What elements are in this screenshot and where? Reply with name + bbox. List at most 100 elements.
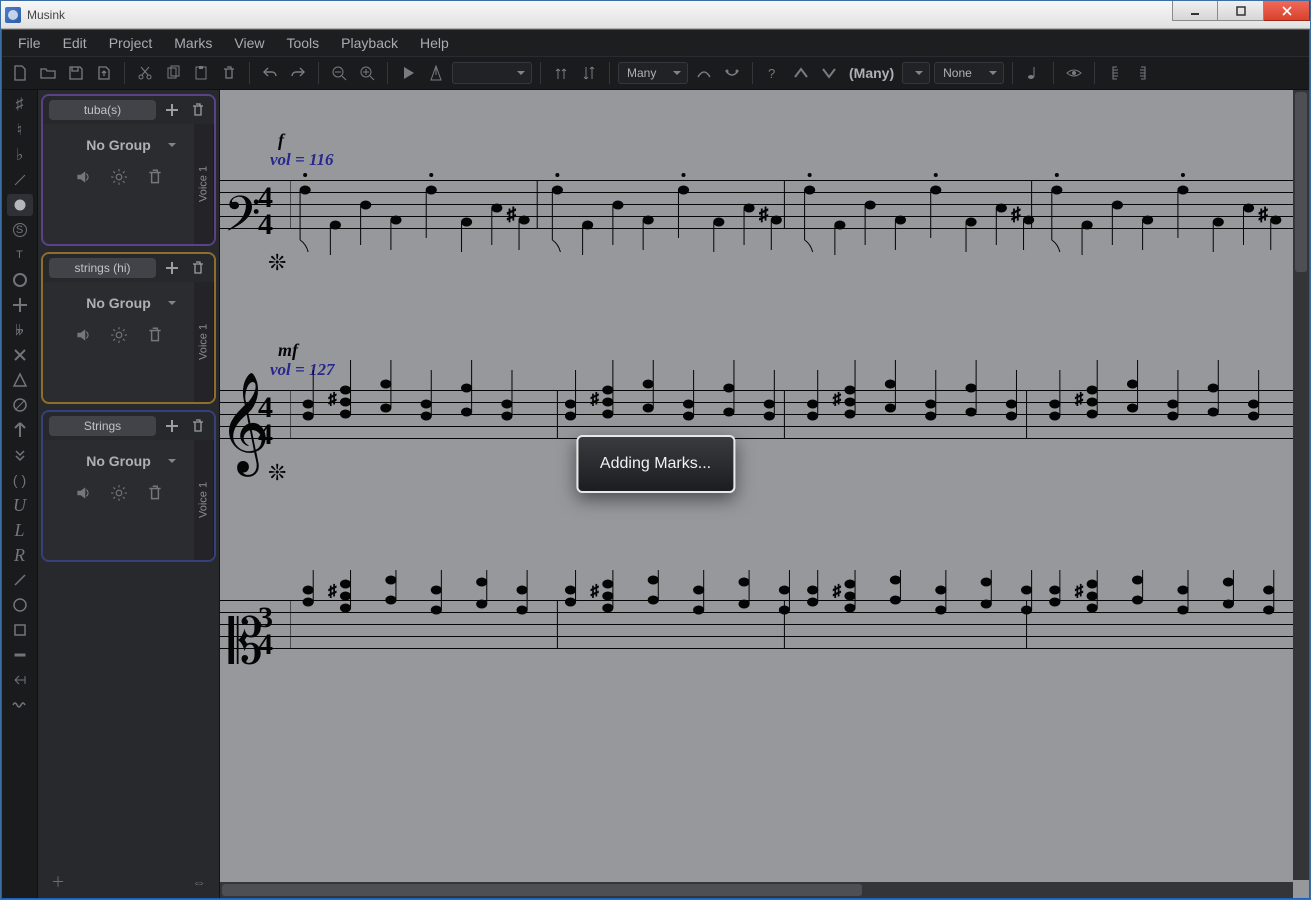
menu-help[interactable]: Help [410,32,459,54]
delete-track-icon[interactable] [188,100,208,120]
trash-icon[interactable] [144,482,166,504]
ornament-select[interactable]: None [934,62,1004,84]
undo-icon[interactable] [258,61,282,85]
tool-flat-icon[interactable]: ♭ [7,144,33,166]
minimize-button[interactable] [1172,1,1218,21]
tool-arrow-up-icon[interactable] [7,419,33,441]
add-track-icon[interactable] [162,258,182,278]
notes-up-icon[interactable] [549,61,573,85]
new-icon[interactable] [8,61,32,85]
tool-slash-icon[interactable] [7,569,33,591]
menu-playback[interactable]: Playback [331,32,408,54]
tool-triangle-icon[interactable] [7,369,33,391]
trash-icon[interactable] [144,324,166,346]
tool-chevrons-icon[interactable] [7,444,33,466]
tool-t-icon[interactable]: T [7,244,33,266]
tool-r-icon[interactable]: R [7,544,33,566]
add-track-icon[interactable] [162,416,182,436]
play-icon[interactable] [396,61,420,85]
delete-track-icon[interactable] [188,416,208,436]
tool-s-icon[interactable]: S [7,219,33,241]
metronome-icon[interactable] [424,61,448,85]
menu-tools[interactable]: Tools [276,32,329,54]
menu-file[interactable]: File [8,32,51,54]
menu-project[interactable]: Project [99,32,163,54]
bracket-right-icon[interactable] [1131,61,1155,85]
mute-icon[interactable] [72,482,94,504]
voice-tab[interactable]: Voice 1 [194,124,214,244]
group-select[interactable]: No Group [64,292,174,314]
group-select[interactable]: No Group [64,134,174,156]
track-name-input[interactable]: tuba(s) [49,100,156,120]
trash-icon[interactable] [144,166,166,188]
voice-tab[interactable]: Voice 1 [194,282,214,402]
track-icons [72,324,166,346]
add-track-icon[interactable] [162,100,182,120]
export-icon[interactable] [92,61,116,85]
tool-natural-icon[interactable]: ♮ [7,119,33,141]
voice-tab[interactable]: Voice 1 [194,440,214,560]
tool-cross-icon[interactable] [7,294,33,316]
mute-icon[interactable] [72,324,94,346]
slur-icon[interactable] [692,61,716,85]
horizontal-scrollbar[interactable] [220,882,1293,898]
menubar: File Edit Project Marks View Tools Playb… [2,30,1309,56]
scrollbar-thumb[interactable] [1295,92,1307,272]
settings-icon[interactable] [108,166,130,188]
note-icon[interactable] [1021,61,1045,85]
visibility-icon[interactable] [1062,61,1086,85]
maximize-button[interactable] [1218,1,1264,21]
tool-circle-icon[interactable] [7,269,33,291]
menu-marks[interactable]: Marks [164,32,222,54]
help-mark-icon[interactable]: ? [761,61,785,85]
accent-up-icon[interactable] [789,61,813,85]
tool-sharp-icon[interactable]: ♯ [7,94,33,116]
tool-l-icon[interactable]: L [7,519,33,541]
cut-icon[interactable] [133,61,157,85]
delete-icon[interactable] [217,61,241,85]
settings-icon[interactable] [108,324,130,346]
copy-icon[interactable] [161,61,185,85]
tie-icon[interactable] [720,61,744,85]
track-body: No Group Voice 1 [43,282,214,402]
tool-square-icon[interactable] [7,619,33,641]
tempo-select[interactable] [452,62,532,84]
beam-select[interactable]: Many [618,62,688,84]
settings-icon[interactable] [108,482,130,504]
resize-icon[interactable]: ⇔ [192,874,206,890]
track-name-input[interactable]: Strings [49,416,156,436]
tool-dot-icon[interactable] [7,194,33,216]
redo-icon[interactable] [286,61,310,85]
bracket-left-icon[interactable] [1103,61,1127,85]
save-icon[interactable] [64,61,88,85]
mute-icon[interactable] [72,166,94,188]
scrollbar-thumb[interactable] [222,884,862,896]
track-name-input[interactable]: strings (hi) [49,258,156,278]
tool-line-icon[interactable] [7,169,33,191]
tool-wave-icon[interactable] [7,694,33,716]
menu-edit[interactable]: Edit [53,32,97,54]
tool-dash-icon[interactable] [7,644,33,666]
tool-double-flat-icon[interactable]: 𝄫 [7,319,33,341]
tool-u-icon[interactable]: U [7,494,33,516]
group-select[interactable]: No Group [64,450,174,472]
zoom-out-icon[interactable] [327,61,351,85]
paste-icon[interactable] [189,61,213,85]
tool-slash-circle-icon[interactable] [7,394,33,416]
vertical-scrollbar[interactable] [1293,90,1309,880]
articulation-select[interactable] [902,62,930,84]
tool-parens-icon[interactable]: ( ) [7,469,33,491]
close-button[interactable] [1264,1,1310,21]
notes-swap-icon[interactable] [577,61,601,85]
delete-track-icon[interactable] [188,258,208,278]
menu-view[interactable]: View [224,32,274,54]
tool-arrowhead-icon[interactable] [7,669,33,691]
tool-x-icon[interactable] [7,344,33,366]
accent-down-icon[interactable] [817,61,841,85]
tool-open-circle-icon[interactable] [7,594,33,616]
zoom-in-icon[interactable] [355,61,379,85]
open-icon[interactable] [36,61,60,85]
score-area[interactable]: f vol = 116 𝄢 4 4 [220,90,1309,898]
add-icon[interactable]: ＋ [51,872,65,892]
toolbar-separator [540,62,541,84]
